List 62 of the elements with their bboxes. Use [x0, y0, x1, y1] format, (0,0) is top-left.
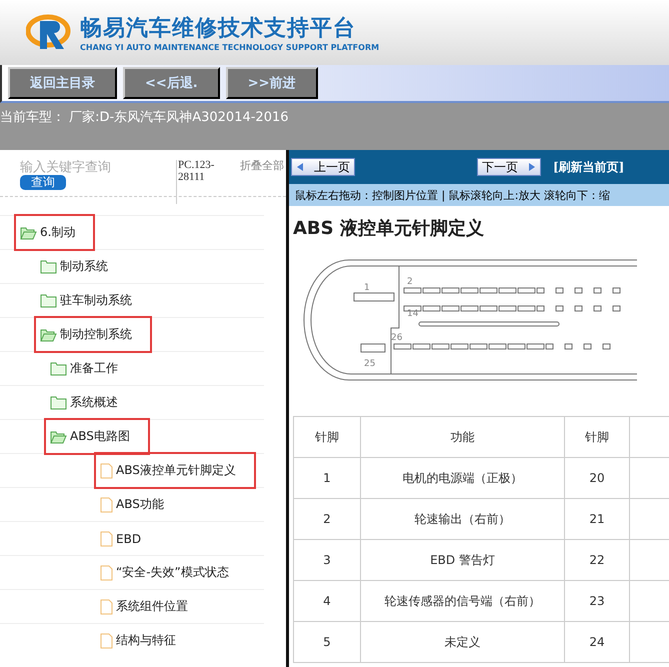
table-cell: 未定义: [360, 622, 564, 662]
tree-item[interactable]: 准备工作: [44, 350, 138, 387]
table-header: 针脚: [564, 416, 630, 458]
document-icon: [100, 462, 113, 478]
tree-item[interactable]: 制动系统: [34, 248, 128, 285]
table-cell: 22: [564, 540, 630, 580]
pin-number: 14: [407, 309, 418, 319]
pin-number: 1: [364, 283, 370, 293]
table-cell: EBD 警告灯: [360, 540, 564, 580]
search-button[interactable]: 查询: [20, 175, 66, 190]
pin-number: 2: [407, 277, 413, 287]
next-page-button[interactable]: 下一页: [477, 158, 541, 176]
table-cell: 电机的电源端（正极）: [360, 458, 564, 498]
open-folder-icon: [40, 328, 57, 342]
table-cell: 2: [294, 498, 360, 540]
tree-item[interactable]: 6.制动: [14, 214, 96, 251]
table-cell: 23: [564, 580, 630, 622]
table-header: 针脚: [294, 416, 360, 458]
table-cell: 5: [294, 622, 360, 662]
folder-icon: [40, 260, 57, 274]
open-folder-icon: [20, 226, 37, 240]
tree-item[interactable]: ABS电路图: [44, 418, 150, 455]
platform-subtitle: CHANG YI AUTO MAINTENANCE TECHNOLOGY SUPPORT PLATFORM: [80, 43, 380, 52]
table-cell: 21: [564, 498, 630, 540]
previous-page-button[interactable]: 上一页: [291, 158, 355, 176]
hint-text: 鼠标左右拖动：控制图片位置 | 鼠标滚轮向上:放大 滚轮向下：缩: [295, 188, 610, 202]
document-title: ABS 液控单元针脚定义: [292, 217, 485, 241]
tree-item[interactable]: “安全-失效”模式状态: [94, 554, 249, 591]
tree-item[interactable]: ABS功能: [94, 486, 184, 523]
folder-icon: [50, 396, 67, 410]
document-icon: [100, 632, 113, 648]
code-text: PC.123-28111: [176, 160, 230, 204]
document-icon: [100, 530, 113, 546]
document-icon: [100, 564, 113, 580]
folder-icon: [50, 362, 67, 376]
refresh-link[interactable]: [刷新当前页]: [553, 158, 624, 176]
tree-item[interactable]: 系统概述: [44, 384, 138, 421]
table-cell: 20: [564, 458, 630, 498]
table-cell: 24: [564, 622, 630, 662]
table-cell: 轮速输出（右前）: [360, 498, 564, 540]
collapse-all-link[interactable]: 折叠全部: [240, 160, 286, 196]
pin-number: 25: [364, 359, 376, 369]
document-icon: [100, 598, 113, 614]
tree-item[interactable]: EBD: [94, 520, 162, 556]
table-cell: 4: [294, 580, 360, 622]
table-cell: 1: [294, 458, 360, 498]
open-folder-icon: [50, 430, 67, 444]
right-arrow-icon: [528, 162, 536, 172]
table-header: 功能: [360, 416, 564, 458]
table-cell: 轮速传感器的信号端（右前）: [360, 580, 564, 622]
car-model-text: 当前车型： 厂家:D-东风汽车风神A302014-2016: [0, 109, 289, 126]
table-cell: 3: [294, 540, 360, 580]
folder-icon: [40, 294, 57, 308]
document-icon: [100, 496, 113, 512]
tree-item[interactable]: 驻车制动系统: [34, 282, 152, 319]
tree-item[interactable]: 系统组件位置: [94, 588, 208, 625]
tree-item[interactable]: 制动控制系统: [34, 316, 152, 353]
platform-title: 畅易汽车维修技术支持平台: [80, 15, 357, 43]
tree-item[interactable]: ABS液控单元针脚定义: [94, 452, 256, 489]
tree-item[interactable]: 结构与特征: [94, 622, 196, 659]
left-arrow-icon: [296, 162, 304, 172]
pin-number: 26: [391, 333, 402, 343]
